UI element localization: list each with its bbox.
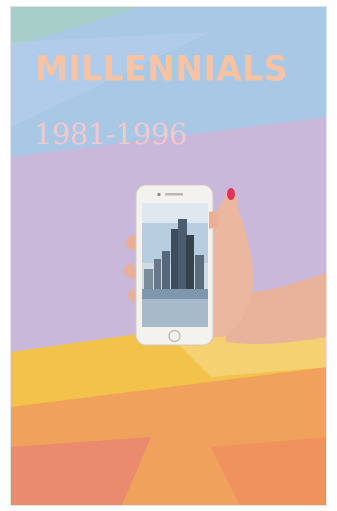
fingernail <box>227 188 235 200</box>
hand-holding-phone-image <box>123 184 326 346</box>
millennials-poster: MILLENNIALS 1981-1996 <box>10 6 327 506</box>
